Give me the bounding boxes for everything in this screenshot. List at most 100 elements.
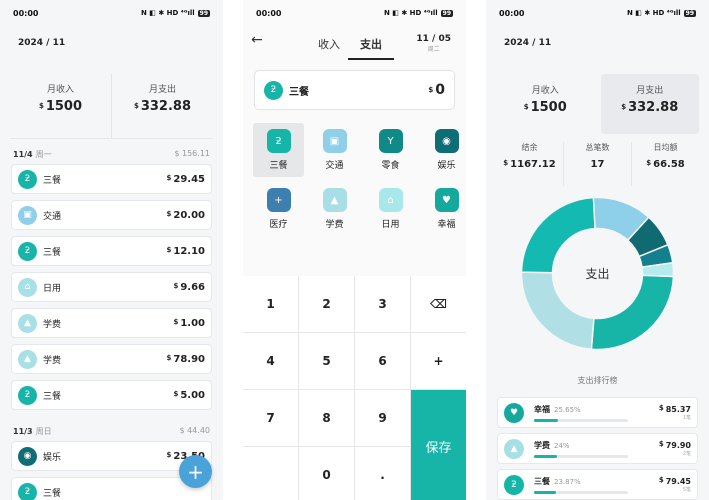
add-record-button[interactable]: + — [179, 455, 212, 488]
status-icons: N ◧ ✱ HD ⁴ᴳıll 99 — [627, 9, 696, 17]
ranking-bar — [534, 454, 628, 458]
expense-summary[interactable]: 月支出 $332.88 — [111, 74, 213, 138]
transaction-category: 三餐 — [43, 175, 62, 186]
key-8[interactable]: 8 — [299, 390, 354, 446]
transaction-amount: $5.00 — [173, 389, 205, 401]
date-value: 11 / 05 — [416, 34, 451, 44]
key-6[interactable]: 6 — [355, 333, 410, 389]
ranking-amount: $85.37 — [658, 404, 691, 414]
tab-income[interactable]: 收入 — [318, 36, 340, 60]
home-icon: ⌂ — [18, 277, 37, 297]
transaction-list: 11/4 周一 $ 156.11 ƻ 三餐 $29.45 ▣ 交通 $20.00 ƻ 三餐 $12.1… — [0, 139, 223, 500]
ranking-row[interactable]: ♥ 幸福 25.65% $85.37 1笔 — [497, 397, 698, 428]
key-dot[interactable]: . — [355, 447, 410, 500]
month-summary: 月收入 $1500 月支出 $332.88 — [10, 74, 213, 138]
category-bus[interactable]: ▣ 交通 — [309, 123, 360, 177]
category-label: 学费 — [325, 220, 344, 230]
battery-icon: 99 — [440, 9, 453, 17]
category-label: 日用 — [381, 220, 400, 230]
expense-donut-chart[interactable]: 支出 — [520, 196, 675, 351]
ranking-bar-fill — [534, 490, 557, 494]
ranking-bar — [534, 490, 628, 494]
gamepad-icon: ◉ — [18, 446, 37, 466]
category-graduation[interactable]: ▲ 学费 — [309, 182, 360, 236]
day-total: $ 156.11 — [174, 149, 210, 158]
phone-screen-list: 00:00 N ◧ ✱ HD ⁴ᴳıll 99 2024 / 11 月收入 $1… — [0, 0, 223, 500]
income-label: 月收入 — [46, 85, 74, 95]
expense-summary[interactable]: 月支出 $332.88 — [600, 74, 699, 134]
transaction-row[interactable]: ▣ 交通 $20.00 — [11, 200, 212, 230]
ranking-info: 三餐 23.87% — [534, 476, 659, 494]
medical-icon: + — [266, 188, 291, 212]
meal-icon: ƻ — [18, 385, 37, 405]
expense-value: $332.88 — [133, 99, 192, 114]
transaction-row[interactable]: ▲ 学费 $1.00 — [11, 308, 212, 338]
daily-label: 日均额 — [653, 143, 678, 152]
transaction-amount: $1.00 — [173, 317, 205, 329]
transaction-row[interactable]: ƻ 三餐 $29.45 — [11, 164, 212, 194]
ranking-name: 幸福 — [534, 404, 550, 414]
ranking-name: 三餐 — [534, 476, 550, 486]
category-grid: ƻ 三餐 ▣ 交通 Y 零食 ◉ 娱乐 + 医疗 ▲ 学费 ⌂ 日用 ♥ 幸福 — [253, 123, 459, 236]
key-1[interactable]: 1 — [243, 276, 298, 332]
date-picker[interactable]: 11 / 05 周二 — [416, 34, 451, 53]
status-icons: N ◧ ✱ HD ⁴ᴳıll 99 — [384, 9, 453, 17]
transaction-category: 三餐 — [43, 247, 62, 258]
balance-stat: 结余 $1167.12 — [496, 142, 563, 186]
category-medical[interactable]: + 医疗 — [253, 182, 304, 236]
back-arrow-icon[interactable]: ← — [251, 32, 263, 48]
month-summary: 月收入 $1500 月支出 $332.88 — [496, 74, 699, 134]
status-bar: 00:00 N ◧ ✱ HD ⁴ᴳıll 99 — [486, 0, 709, 26]
income-summary[interactable]: 月收入 $1500 — [496, 74, 595, 134]
month-selector[interactable]: 2024 / 11 — [0, 26, 223, 74]
expense-value: $332.88 — [621, 100, 679, 115]
ranking-values: $85.37 1笔 — [659, 404, 691, 421]
cocktail-icon: Y — [378, 129, 403, 153]
category-meal[interactable]: ƻ 三餐 — [253, 123, 304, 177]
key-5[interactable]: 5 — [299, 333, 354, 389]
transaction-row[interactable]: ⌂ 日用 $9.66 — [11, 272, 212, 302]
number-keypad: 1 2 3 ⌫ 4 5 6 +7 8 9 保存 0. — [243, 276, 466, 500]
entry-category-name: 三餐 — [289, 86, 309, 98]
graduation-icon: ▲ — [18, 349, 37, 369]
plus-key[interactable]: + — [411, 333, 466, 389]
key-4[interactable]: 4 — [243, 333, 298, 389]
graduation-icon: ▲ — [322, 188, 347, 212]
signal-icons: N ◧ ✱ HD ⁴ᴳıll — [627, 9, 681, 17]
ranking-row[interactable]: ƻ 三餐 23.87% $79.45 5笔 — [497, 469, 698, 500]
home-icon: ⌂ — [378, 188, 403, 212]
category-cocktail[interactable]: Y 零食 — [365, 123, 416, 177]
category-heart[interactable]: ♥ 幸福 — [421, 182, 466, 236]
amount-display: ƻ 三餐 $0 — [254, 70, 455, 110]
donut-center-label: 支出 — [585, 267, 610, 281]
category-home[interactable]: ⌂ 日用 — [365, 182, 416, 236]
save-button[interactable]: 保存 — [411, 390, 466, 500]
day-header: 11/4 周一 $ 156.11 — [0, 139, 223, 164]
daily-stat: 日均额 $66.58 — [631, 142, 699, 186]
key-7[interactable]: 7 — [243, 390, 298, 446]
tab-expense[interactable]: 支出 — [348, 36, 394, 60]
category-gamepad[interactable]: ◉ 娱乐 — [421, 123, 466, 177]
key-9[interactable]: 9 — [355, 390, 410, 446]
key-3[interactable]: 3 — [355, 276, 410, 332]
balance-value: $1167.12 — [503, 159, 556, 170]
transaction-row[interactable]: ƻ 三餐 $12.10 — [11, 236, 212, 266]
transaction-category: 学费 — [43, 319, 62, 330]
transaction-row[interactable]: ƻ 三餐 $5.00 — [11, 380, 212, 410]
expense-stats: 结余 $1167.12 总笔数 17 日均额 $66.58 — [496, 142, 699, 186]
status-bar: 00:00 N ◧ ✱ HD ⁴ᴳıll 99 — [243, 0, 466, 26]
ranking-row[interactable]: ▲ 学费 24% $79.90 2笔 — [497, 433, 698, 464]
backspace-key[interactable]: ⌫ — [411, 276, 466, 332]
transaction-row[interactable]: ▲ 学费 $78.90 — [11, 344, 212, 374]
day-date: 11/3 — [13, 427, 33, 436]
key-0[interactable]: 0 — [299, 447, 354, 500]
key-blank — [243, 447, 298, 500]
month-selector[interactable]: 2024 / 11 — [486, 26, 709, 74]
income-summary[interactable]: 月收入 $1500 — [10, 74, 111, 138]
key-2[interactable]: 2 — [299, 276, 354, 332]
income-value: $1500 — [523, 100, 567, 115]
ranking-info: 学费 24% — [534, 440, 659, 458]
ranking-count: 1笔 — [682, 415, 691, 421]
category-label: 医疗 — [269, 220, 288, 230]
transaction-category: 娱乐 — [43, 452, 62, 463]
